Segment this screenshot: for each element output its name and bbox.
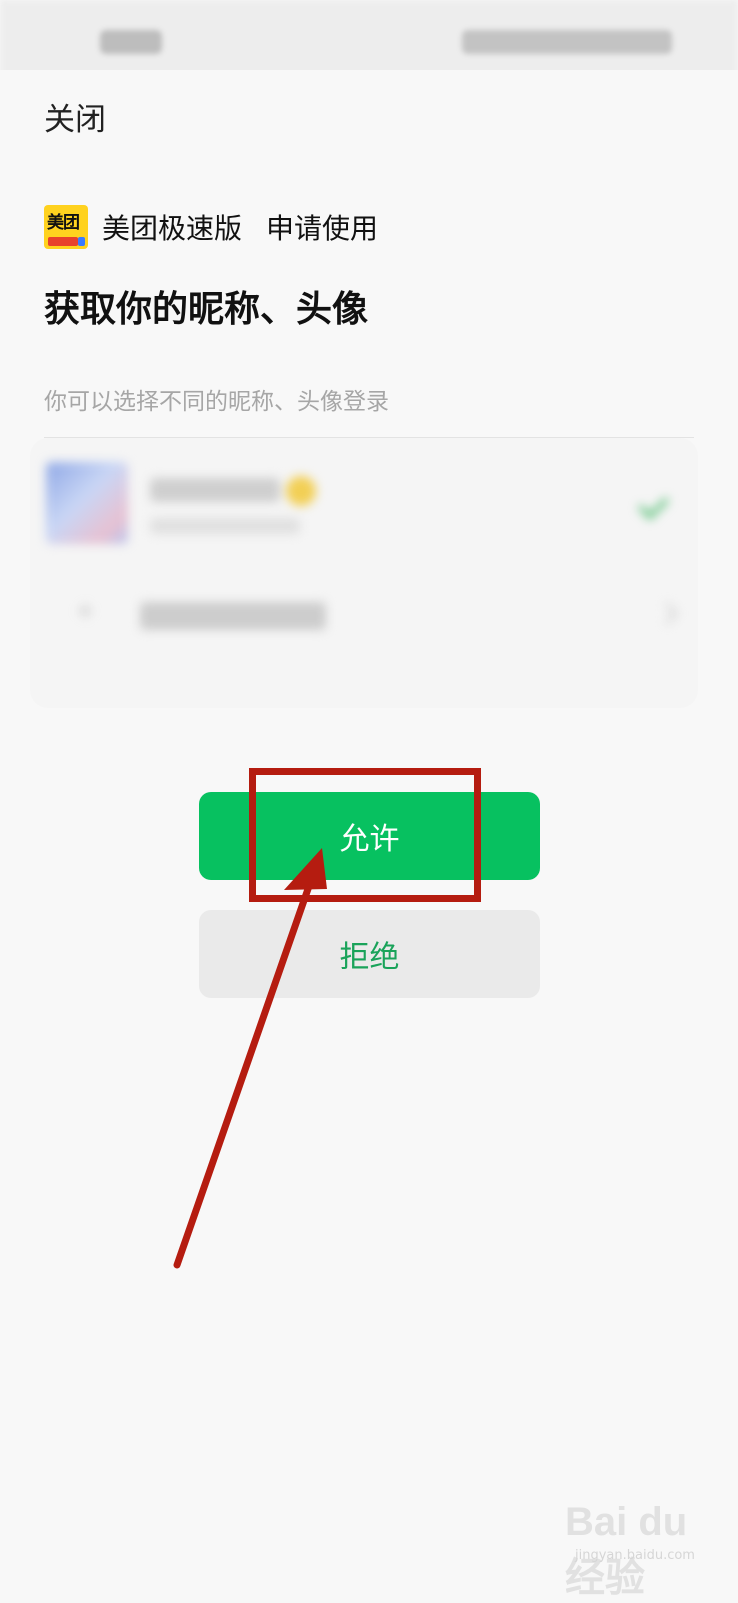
annotation-arrow bbox=[173, 848, 327, 1269]
arrow-shaft bbox=[173, 862, 320, 1269]
baidu-watermark: Bai du 经验 jingyan.baidu.com bbox=[565, 1488, 715, 1600]
arrow-head bbox=[284, 848, 327, 890]
watermark-url: jingyan.baidu.com bbox=[575, 1548, 695, 1563]
